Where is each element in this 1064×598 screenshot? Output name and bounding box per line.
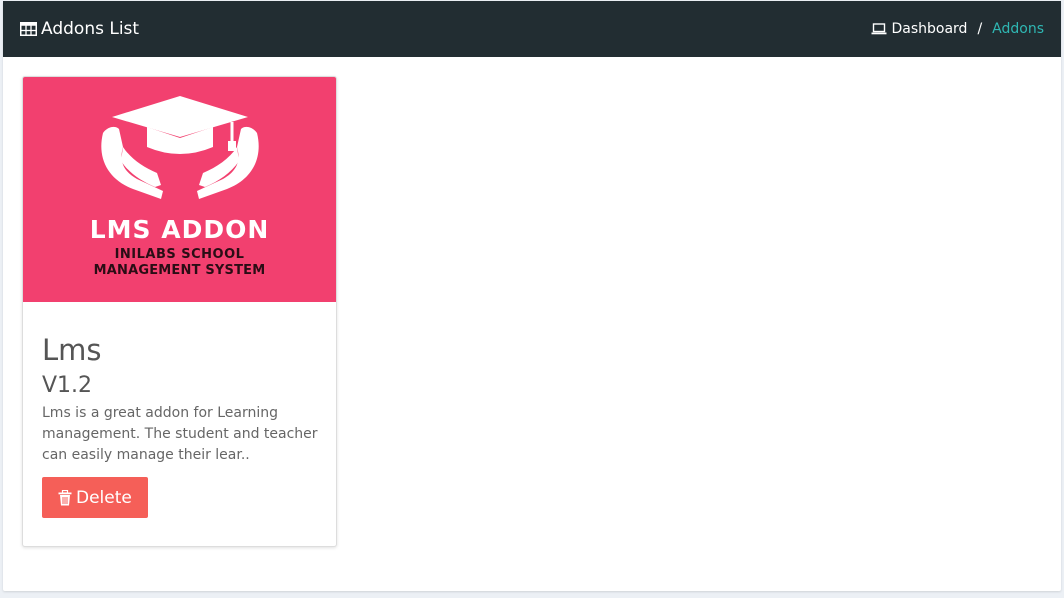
delete-button-label: Delete bbox=[76, 487, 132, 508]
addon-image-subtitle-2: MANAGEMENT SYSTEM bbox=[93, 263, 266, 278]
table-icon bbox=[20, 22, 37, 36]
laptop-icon bbox=[871, 23, 887, 35]
addon-version: V1.2 bbox=[42, 373, 93, 398]
addons-box: Addons List Dashboard / Addons LMS ADDON… bbox=[3, 1, 1061, 591]
addon-name: Lms bbox=[42, 333, 102, 367]
breadcrumb-current: Addons bbox=[992, 21, 1044, 37]
box-header: Addons List Dashboard / Addons bbox=[3, 1, 1061, 57]
addon-card-body: Lms V1.2 Lms is a great addon for Learni… bbox=[23, 332, 336, 518]
breadcrumb-dashboard-label: Dashboard bbox=[891, 21, 968, 37]
addon-card: LMS ADDON INILABS SCHOOL MANAGEMENT SYST… bbox=[22, 76, 337, 547]
graduation-cap-hands-icon bbox=[101, 96, 259, 199]
addon-image-subtitle-1: INILABS SCHOOL bbox=[114, 247, 245, 262]
addon-image-title: LMS ADDON bbox=[89, 215, 270, 244]
addon-image: LMS ADDON INILABS SCHOOL MANAGEMENT SYST… bbox=[23, 77, 336, 302]
page-title-text: Addons List bbox=[41, 19, 140, 39]
breadcrumb-dashboard-link[interactable]: Dashboard bbox=[871, 21, 967, 37]
delete-button[interactable]: Delete bbox=[42, 477, 148, 518]
breadcrumb-separator: / bbox=[977, 21, 983, 37]
breadcrumb: Dashboard / Addons bbox=[871, 1, 1044, 57]
page-title: Addons List bbox=[20, 1, 139, 57]
trash-icon bbox=[58, 489, 72, 506]
addon-description: Lms is a great addon for Learning manage… bbox=[42, 405, 318, 463]
